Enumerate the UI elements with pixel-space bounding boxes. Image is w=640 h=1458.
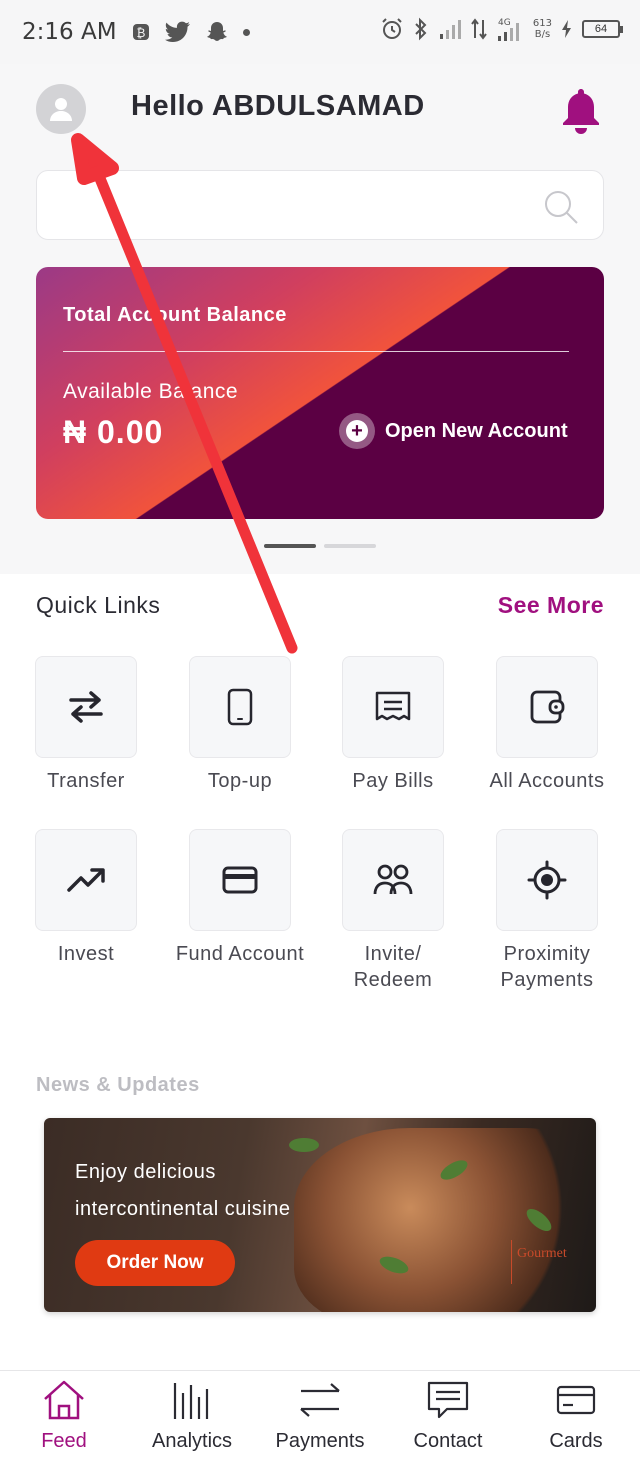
quick-link-invest[interactable]: Invest	[21, 829, 151, 967]
quick-link-label: Invite/ Redeem	[353, 943, 433, 991]
quick-links-title: Quick Links	[36, 592, 161, 618]
quick-link-label: Fund Account	[175, 943, 305, 965]
bitcoin-app-icon: ₿	[132, 24, 149, 40]
quick-link-label: All Accounts	[489, 770, 605, 792]
status-bar: 2:16 AM ₿ 4G 613 B/s 64	[0, 0, 640, 64]
carousel-dot-active[interactable]	[264, 544, 316, 548]
balance-amount: ₦ 0.00	[63, 414, 164, 450]
trending-up-icon	[67, 868, 105, 892]
garnish-decoration	[289, 1138, 319, 1152]
card-icon	[556, 1385, 596, 1415]
quick-link-label: Proximity Payments	[500, 943, 594, 991]
chat-bubble-icon	[427, 1381, 469, 1419]
mobile-phone-icon	[227, 688, 253, 726]
twitter-icon	[164, 21, 190, 42]
nav-label: Contact	[413, 1430, 483, 1452]
brand-logo: Gourmet	[501, 1240, 567, 1284]
transfer-arrows-icon	[69, 691, 103, 723]
carousel-indicator	[264, 544, 376, 548]
promo-banner[interactable]: Enjoy delicious intercontinental cuisine…	[44, 1118, 596, 1312]
account-balance-card[interactable]: Total Account Balance Available Balance …	[36, 267, 604, 519]
nav-feed[interactable]: Feed	[0, 1379, 128, 1453]
nav-contact[interactable]: Contact	[384, 1379, 512, 1453]
card-divider	[63, 351, 569, 352]
network-speed: 613 B/s	[532, 18, 552, 40]
available-balance-label: Available Balance	[63, 380, 239, 403]
banner-text: Enjoy delicious intercontinental cuisine	[75, 1161, 291, 1220]
quick-link-label: Pay Bills	[352, 770, 434, 792]
nav-analytics[interactable]: Analytics	[128, 1379, 256, 1453]
see-more-link[interactable]: See More	[498, 592, 604, 619]
quick-link-tile[interactable]	[496, 656, 598, 758]
plus-circle-icon: +	[339, 413, 375, 449]
total-balance-title: Total Account Balance	[63, 304, 287, 326]
location-target-icon	[527, 860, 567, 900]
quick-link-label: Transfer	[47, 770, 125, 792]
wallet-icon	[530, 690, 565, 724]
quick-link-all-accounts[interactable]: All Accounts	[482, 656, 612, 794]
home-icon	[44, 1380, 84, 1420]
carousel-dot[interactable]	[324, 544, 376, 548]
charging-icon	[562, 20, 571, 38]
notifications-button[interactable]	[558, 86, 604, 141]
credit-card-icon	[222, 866, 258, 894]
svg-text:4G: 4G	[498, 18, 511, 28]
quick-link-tile[interactable]	[496, 829, 598, 931]
snapchat-icon	[206, 22, 227, 41]
quick-link-label: Top-up	[207, 770, 273, 792]
bluetooth-icon	[415, 17, 427, 41]
signal-4g-icon: 4G	[497, 18, 519, 41]
quick-link-tile[interactable]	[189, 829, 291, 931]
quick-link-tile[interactable]	[35, 829, 137, 931]
nav-label: Analytics	[151, 1430, 233, 1452]
user-icon	[50, 98, 72, 121]
order-now-button[interactable]: Order Now	[75, 1240, 235, 1286]
bottom-navigation: Feed Analytics Payments Contact Cards	[0, 1370, 640, 1458]
open-new-account-button[interactable]: + Open New Account	[339, 413, 568, 449]
nav-label: Cards	[549, 1430, 603, 1452]
quick-link-transfer[interactable]: Transfer	[21, 656, 151, 794]
quick-link-tile[interactable]	[342, 829, 444, 931]
nav-cards[interactable]: Cards	[512, 1379, 640, 1453]
nav-payments[interactable]: Payments	[256, 1379, 384, 1453]
bell-icon	[563, 89, 599, 134]
svg-text:₿: ₿	[136, 26, 145, 40]
quick-link-proximity-payments[interactable]: Proximity Payments	[482, 829, 612, 993]
notification-dot	[242, 28, 250, 36]
quick-link-label: Invest	[57, 943, 115, 965]
news-section-title: News & Updates	[36, 1074, 200, 1096]
bar-chart-icon	[173, 1383, 209, 1419]
nav-label: Payments	[275, 1430, 365, 1452]
quick-link-invite-redeem[interactable]: Invite/ Redeem	[328, 829, 458, 993]
quick-link-pay-bills[interactable]: Pay Bills	[328, 656, 458, 794]
quick-link-top-up[interactable]: Top-up	[175, 656, 305, 794]
quick-link-tile[interactable]	[35, 656, 137, 758]
avatar[interactable]	[36, 84, 86, 134]
search-bar[interactable]	[36, 170, 604, 240]
search-input[interactable]	[53, 185, 533, 225]
open-new-account-label: Open New Account	[385, 419, 568, 442]
quick-link-tile[interactable]	[189, 656, 291, 758]
status-time: 2:16 AM	[22, 19, 117, 45]
data-transfer-icon	[471, 18, 487, 40]
quick-link-fund-account[interactable]: Fund Account	[175, 829, 305, 967]
nav-label: Feed	[41, 1430, 87, 1452]
quick-link-tile[interactable]	[342, 656, 444, 758]
users-icon	[373, 864, 413, 895]
receipt-icon	[375, 691, 411, 721]
greeting-text: Hello ABDULSAMAD	[131, 90, 425, 122]
search-icon[interactable]	[543, 189, 579, 225]
alarm-icon	[382, 18, 402, 39]
swap-arrows-icon	[300, 1383, 340, 1417]
signal-icon	[439, 20, 461, 39]
battery-level: 64	[582, 20, 623, 38]
